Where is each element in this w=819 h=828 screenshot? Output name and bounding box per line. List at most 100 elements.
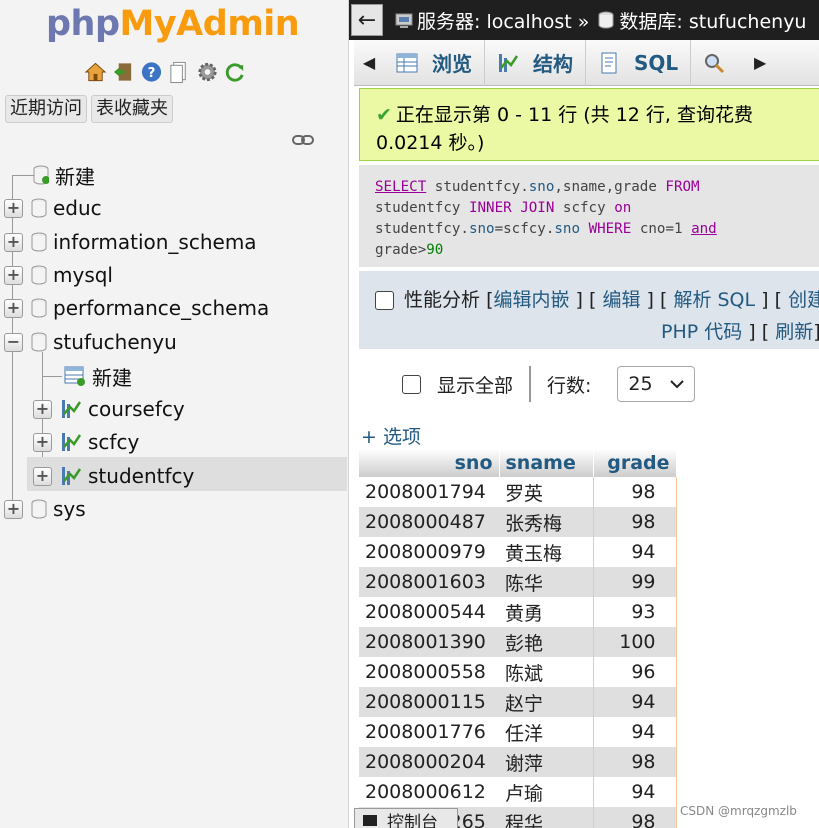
- table-row[interactable]: 2008000612 卢瑜 94: [359, 777, 677, 807]
- show-all-label: 显示全部: [437, 374, 514, 397]
- table-row[interactable]: 2008000979 黄玉梅 94: [359, 537, 677, 567]
- table-row[interactable]: 2008000558 陈斌 96: [359, 657, 677, 687]
- expand-icon[interactable]: +: [33, 432, 52, 452]
- column-header-grade[interactable]: grade: [593, 449, 677, 477]
- database-icon: [31, 332, 47, 352]
- options-link[interactable]: + 选项: [361, 422, 421, 449]
- php-code-link[interactable]: PHP 代码: [661, 321, 742, 343]
- profiling-checkbox[interactable]: [375, 290, 394, 310]
- phpmyadmin-logo[interactable]: phpMyAdmin: [46, 4, 300, 44]
- navigation-panel: phpMyAdmin ? 近期访问 表收藏夹 新建 + educ + infor…: [0, 0, 349, 828]
- profiling-label: 性能分析: [404, 289, 481, 311]
- new-database-icon: [33, 165, 49, 185]
- help-icon[interactable]: ?: [140, 60, 163, 84]
- favorites-button[interactable]: 表收藏夹: [91, 95, 173, 123]
- table-row[interactable]: 2008001794 罗英 98: [359, 477, 677, 507]
- database-icon: [31, 265, 47, 285]
- tree-item-scfcy[interactable]: + scfcy: [33, 427, 139, 457]
- expand-icon[interactable]: +: [4, 265, 23, 285]
- search-icon: [705, 53, 725, 73]
- sql-tools-bar: 性能分析 [编辑内嵌 ] [ 编辑 ] [ 解析 SQL ] [ 创建 PHP …: [359, 271, 819, 349]
- expand-icon[interactable]: +: [4, 298, 23, 318]
- tab-sql[interactable]: SQL: [586, 39, 692, 86]
- table-structure-icon: [62, 433, 82, 451]
- rows-per-page-select[interactable]: 25: [617, 366, 696, 402]
- logout-icon[interactable]: [112, 60, 135, 84]
- tree-item-educ[interactable]: + educ: [4, 193, 102, 223]
- database-icon: [31, 232, 47, 252]
- table-row[interactable]: 2008001390 彭艳 100: [359, 627, 677, 657]
- breadcrumb-server[interactable]: 服务器: localhost »: [417, 7, 589, 34]
- tab-bar: ◀ 浏览 结构 SQL ▶: [354, 39, 819, 86]
- phpmyadmin-window: phpMyAdmin ? 近期访问 表收藏夹 新建 + educ + infor…: [0, 0, 819, 828]
- database-icon: [31, 198, 47, 218]
- breadcrumb-bar: ← 服务器: localhost » 数据库: stufuchenyu: [349, 0, 819, 40]
- column-header-sname[interactable]: sname: [499, 449, 594, 477]
- table-row[interactable]: 2008000544 黄勇 93: [359, 597, 677, 627]
- expand-icon[interactable]: +: [4, 232, 23, 252]
- tree-item-new-table[interactable]: 新建: [56, 361, 132, 391]
- expand-icon[interactable]: +: [4, 499, 23, 519]
- sql-icon: [601, 52, 617, 73]
- documentation-icon[interactable]: [168, 60, 191, 84]
- table-row[interactable]: 2008001603 陈华 99: [359, 567, 677, 597]
- tree-item-mysql[interactable]: + mysql: [4, 260, 113, 290]
- success-message: ✔ 正在显示第 0 - 11 行 (共 12 行, 查询花费 0.0214 秒。): [359, 88, 819, 161]
- chevron-down-icon: [670, 380, 685, 389]
- tree-item-information-schema[interactable]: + information_schema: [4, 227, 257, 257]
- tree-item-studentfcy[interactable]: + studentfcy: [33, 461, 194, 491]
- new-table-icon: [64, 366, 85, 386]
- breadcrumb-database[interactable]: 数据库: stufuchenyu: [619, 7, 806, 34]
- tree-item-new-database[interactable]: 新建: [33, 160, 95, 190]
- recent-button[interactable]: 近期访问: [5, 95, 87, 123]
- database-icon: [598, 11, 614, 29]
- link-icon[interactable]: [292, 134, 314, 146]
- expand-icon[interactable]: +: [4, 198, 23, 218]
- sql-query-display: SELECT studentfcy.sno,sname,grade FROM s…: [359, 165, 819, 267]
- back-arrow-icon[interactable]: ←: [351, 4, 383, 36]
- tab-search[interactable]: [691, 40, 745, 86]
- table-structure-icon: [62, 400, 82, 418]
- collapse-icon[interactable]: −: [4, 332, 23, 352]
- table-row[interactable]: 2008001776 任洋 94: [359, 717, 677, 747]
- structure-icon: [499, 53, 519, 72]
- console-button[interactable]: 控制台: [354, 808, 458, 828]
- column-header-sno[interactable]: sno: [359, 449, 500, 477]
- nav-icon-toolbar: ?: [84, 60, 247, 84]
- console-icon: [363, 815, 377, 826]
- tab-scroll-right-icon[interactable]: ▶: [745, 53, 775, 72]
- results-table: sno sname grade 2008001794 罗英 98 200800048…: [359, 449, 677, 828]
- reload-icon[interactable]: [224, 60, 247, 84]
- table-row[interactable]: 2008000115 赵宁 94: [359, 687, 677, 717]
- tab-browse[interactable]: 浏览: [384, 39, 485, 86]
- separator: [529, 366, 532, 402]
- table-row[interactable]: 2008000487 张秀梅 98: [359, 507, 677, 537]
- tree-line: [12, 175, 34, 176]
- tree-item-stufuchenyu[interactable]: − stufuchenyu: [4, 327, 177, 357]
- table-structure-icon: [62, 467, 82, 485]
- home-icon[interactable]: [84, 60, 107, 84]
- table-row[interactable]: 2008000204 谢萍 98: [359, 747, 677, 777]
- watermark: CSDN @mrqzgmzlb: [680, 804, 797, 818]
- settings-gear-icon[interactable]: [196, 60, 219, 84]
- svg-text:?: ?: [148, 66, 156, 81]
- server-icon: [395, 13, 413, 28]
- tree-item-coursefcy[interactable]: + coursefcy: [33, 394, 185, 424]
- checkmark-icon: ✔: [376, 104, 392, 126]
- rows-label: 行数:: [547, 374, 592, 397]
- database-icon: [31, 298, 47, 318]
- database-icon: [31, 499, 47, 519]
- tab-structure[interactable]: 结构: [485, 39, 586, 86]
- show-all-checkbox[interactable]: [402, 374, 421, 394]
- expand-icon[interactable]: +: [33, 466, 52, 486]
- edit-inline-link[interactable]: 编辑内嵌: [493, 284, 569, 316]
- explain-sql-link[interactable]: 解析 SQL: [673, 284, 755, 316]
- edit-link[interactable]: 编辑: [602, 284, 640, 316]
- tree-item-sys[interactable]: + sys: [4, 494, 86, 524]
- tree-item-performance-schema[interactable]: + performance_schema: [4, 293, 269, 323]
- nav-buttons: 近期访问 表收藏夹: [5, 95, 173, 123]
- create-php-code-link[interactable]: 创建: [788, 284, 819, 316]
- tab-scroll-left-icon[interactable]: ◀: [354, 53, 384, 72]
- expand-icon[interactable]: +: [33, 399, 52, 419]
- refresh-link[interactable]: 刷新: [775, 321, 813, 343]
